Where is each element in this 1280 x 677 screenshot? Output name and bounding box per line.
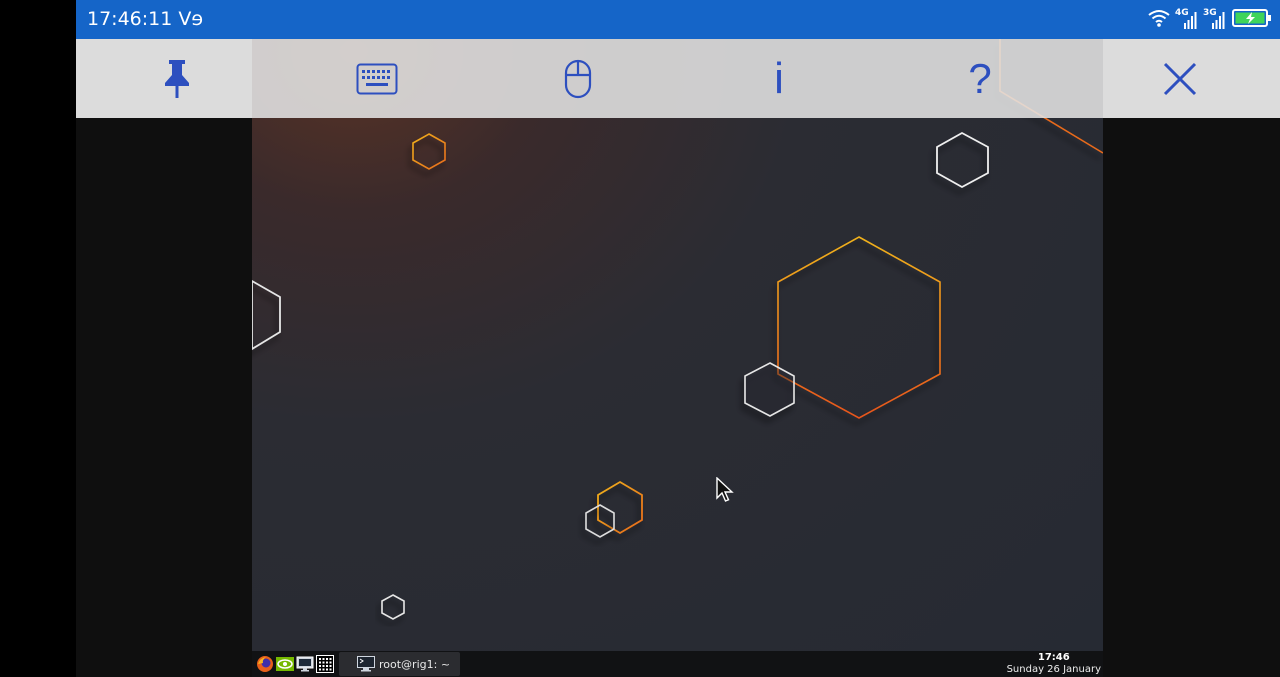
left-letterbox [76,118,252,677]
signal-3g-label: 3G [1203,8,1217,18]
close-icon [1163,62,1197,95]
keyboard-button[interactable] [337,39,417,118]
signal-4g-label: 4G [1175,8,1189,18]
taskbar-clock[interactable]: 17:46 Sunday 26 January [1007,652,1101,676]
wifi-icon [1148,9,1170,31]
battery-charging-icon [1232,8,1272,32]
info-icon: i [774,53,784,103]
status-icons: 4G 3G [1148,8,1272,32]
pin-icon [165,59,189,98]
remote-control-toolbar: i ? [76,39,1280,118]
status-time: 17:46:11 Vɘ [87,8,204,30]
firefox-icon[interactable] [256,655,274,673]
hexagon-large [777,236,941,419]
terminal-icon [357,656,375,672]
close-button[interactable] [1140,39,1220,118]
status-bar: 17:46:11 Vɘ 4G 3G [76,0,1280,39]
help-button[interactable]: ? [940,39,1020,118]
wallpaper-hexagons [252,39,1103,620]
signal-4g-icon: 4G [1175,8,1198,30]
remote-taskbar: root@rig1: ~ 17:46 Sunday 26 January [252,651,1103,677]
mouse-icon [564,59,592,98]
monitor-icon[interactable] [296,655,314,673]
hexagon-orange-small [412,133,446,170]
taskbar-window-terminal[interactable]: root@rig1: ~ [339,652,460,676]
info-button[interactable]: i [739,39,819,118]
signal-3g-icon: 3G [1203,8,1226,30]
mouse-pointer-icon [716,477,734,502]
hexagon-white-top [936,131,989,189]
clock-time: 17:46 [1037,652,1070,663]
nvidia-icon[interactable] [276,655,294,673]
hexagon-white-left [252,279,281,351]
right-letterbox [1103,118,1280,677]
taskbar-window-label: root@rig1: ~ [379,657,451,671]
remote-desktop-view[interactable]: root@rig1: ~ 17:46 Sunday 26 January [252,39,1103,677]
keyboard-icon [356,63,398,94]
help-icon: ? [968,54,992,102]
clock-date: Sunday 26 January [1006,664,1101,675]
app-grid-icon[interactable] [316,655,334,673]
hexagon-white-tiny [381,594,405,620]
mouse-button[interactable] [538,39,618,118]
hexagon-white-mid [744,362,795,417]
pin-button[interactable] [137,39,217,118]
